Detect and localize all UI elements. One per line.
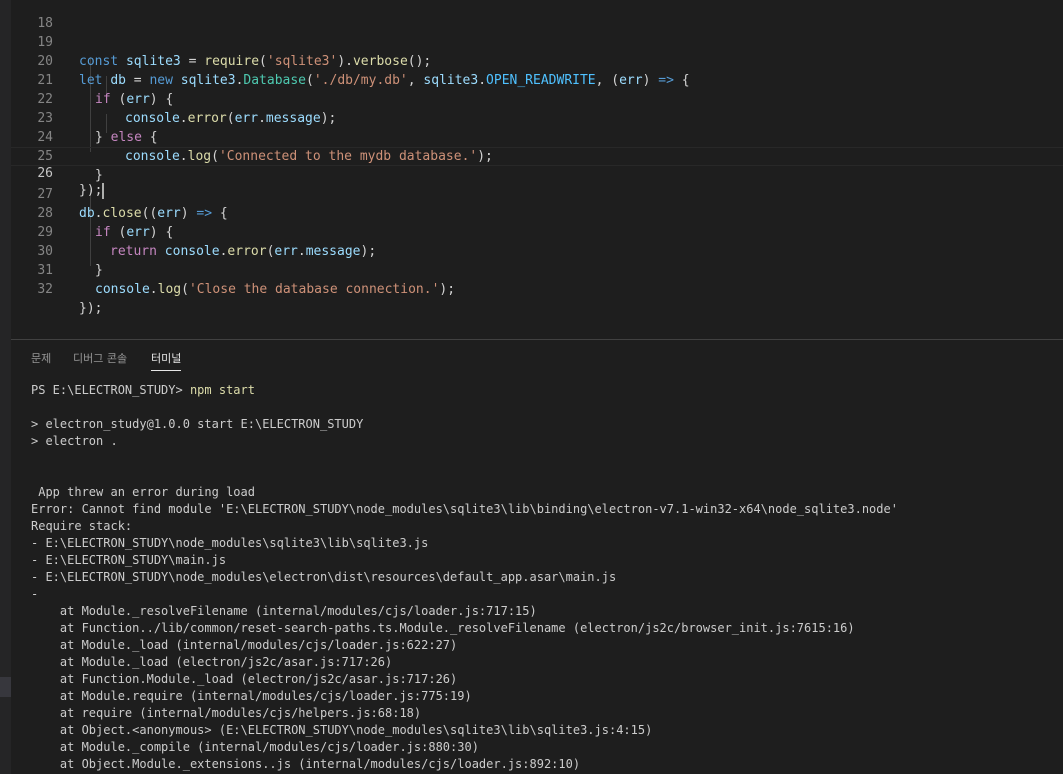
terminal-line: at Module.require (internal/modules/cjs/… bbox=[31, 689, 472, 703]
line-number: 32 bbox=[37, 282, 53, 297]
terminal-command: npm start bbox=[189, 383, 255, 397]
terminal-prompt: PS E:\ELECTRON_STUDY> bbox=[31, 383, 190, 397]
code-line-20: 20 let db = new sqlite3.Database('./db/m… bbox=[11, 33, 1063, 88]
terminal-line: at Function../lib/common/reset-search-pa… bbox=[31, 621, 855, 635]
terminal-line: - E:\ELECTRON_STUDY\main.js bbox=[31, 553, 227, 567]
terminal-prompt-line: PS E:\ELECTRON_STUDY> npm start bbox=[31, 382, 1051, 399]
terminal-line: at Module._compile (internal/modules/cjs… bbox=[31, 740, 479, 754]
terminal-line: at Object.<anonymous> (E:\ELECTRON_STUDY… bbox=[31, 723, 653, 737]
code-line-27: 27 db.close((err) => { bbox=[11, 166, 1063, 221]
terminal-line: at Object.Module._extensions..js (intern… bbox=[31, 757, 581, 771]
bottom-panel: 문제 디버그 콘솔 터미널 PS E:\ELECTRON_STUDY> npm … bbox=[11, 339, 1063, 774]
code-line-32: 32 }); bbox=[11, 261, 1063, 316]
code-editor[interactable]: 18 19 const sqlite3 = require('sqlite3')… bbox=[11, 0, 1063, 339]
terminal-line: > electron . bbox=[31, 434, 118, 448]
code-line-31: 31 console.log('Close the database conne… bbox=[11, 242, 1063, 297]
line-content: console.log('Close the database connecti… bbox=[95, 280, 455, 299]
terminal-line: at Function.Module._load (electron/js2c/… bbox=[31, 672, 458, 686]
terminal-line: - E:\ELECTRON_STUDY\node_modules\sqlite3… bbox=[31, 536, 429, 550]
code-line-22: 22 console.error(err.message); bbox=[11, 71, 1063, 126]
terminal-line: Require stack: bbox=[31, 519, 133, 533]
terminal-output[interactable]: PS E:\ELECTRON_STUDY> npm start > electr… bbox=[31, 382, 1051, 773]
terminal-line: at Module._load (electron/js2c/asar.js:7… bbox=[31, 655, 393, 669]
code-line-21: 21 if (err) { bbox=[11, 52, 1063, 107]
tab-terminal[interactable]: 터미널 bbox=[151, 350, 182, 371]
token: }); bbox=[79, 301, 103, 316]
code-line-18: 18 bbox=[11, 0, 1063, 31]
token: . bbox=[149, 282, 158, 297]
line-content: }); bbox=[79, 299, 102, 318]
terminal-line: - bbox=[31, 587, 39, 601]
tab-debug-console[interactable]: 디버그 콘솔 bbox=[73, 350, 127, 370]
token: console bbox=[95, 282, 150, 297]
terminal-line: > electron_study@1.0.0 start E:\ELECTRON… bbox=[31, 417, 364, 431]
token: log bbox=[157, 282, 182, 297]
panel-tabs: 문제 디버그 콘솔 터미널 bbox=[11, 340, 1063, 376]
vscode-window: 18 19 const sqlite3 = require('sqlite3')… bbox=[0, 0, 1063, 774]
token: ( bbox=[181, 282, 189, 297]
terminal-line: - E:\ELECTRON_STUDY\node_modules\electro… bbox=[31, 570, 617, 584]
token: ); bbox=[439, 282, 456, 297]
code-line-30: 30 } bbox=[11, 223, 1063, 278]
tab-problems[interactable]: 문제 bbox=[31, 350, 51, 370]
code-line-28: 28 if (err) { bbox=[11, 185, 1063, 240]
code-line-23: 23 } else { bbox=[11, 90, 1063, 145]
gutter-highlight bbox=[0, 677, 11, 697]
token: 'Close the database connection.' bbox=[188, 282, 440, 297]
terminal-line: at Module._load (internal/modules/cjs/lo… bbox=[31, 638, 458, 652]
code-line-19: 19 const sqlite3 = require('sqlite3').ve… bbox=[11, 14, 1063, 69]
terminal-line: Error: Cannot find module 'E:\ELECTRON_S… bbox=[31, 502, 898, 516]
code-line-25: 25 } bbox=[11, 128, 1063, 183]
code-line-29: 29 return console.error(err.message); bbox=[11, 204, 1063, 259]
terminal-line: App threw an error during load bbox=[31, 485, 255, 499]
terminal-line: at require (internal/modules/cjs/helpers… bbox=[31, 706, 422, 720]
side-gutter bbox=[0, 0, 11, 774]
code-line-26: 26 }); bbox=[11, 147, 1063, 199]
terminal-line: at Module._resolveFilename (internal/mod… bbox=[31, 604, 537, 618]
code-line-24: 24 console.log('Connected to the mydb da… bbox=[11, 109, 1063, 164]
